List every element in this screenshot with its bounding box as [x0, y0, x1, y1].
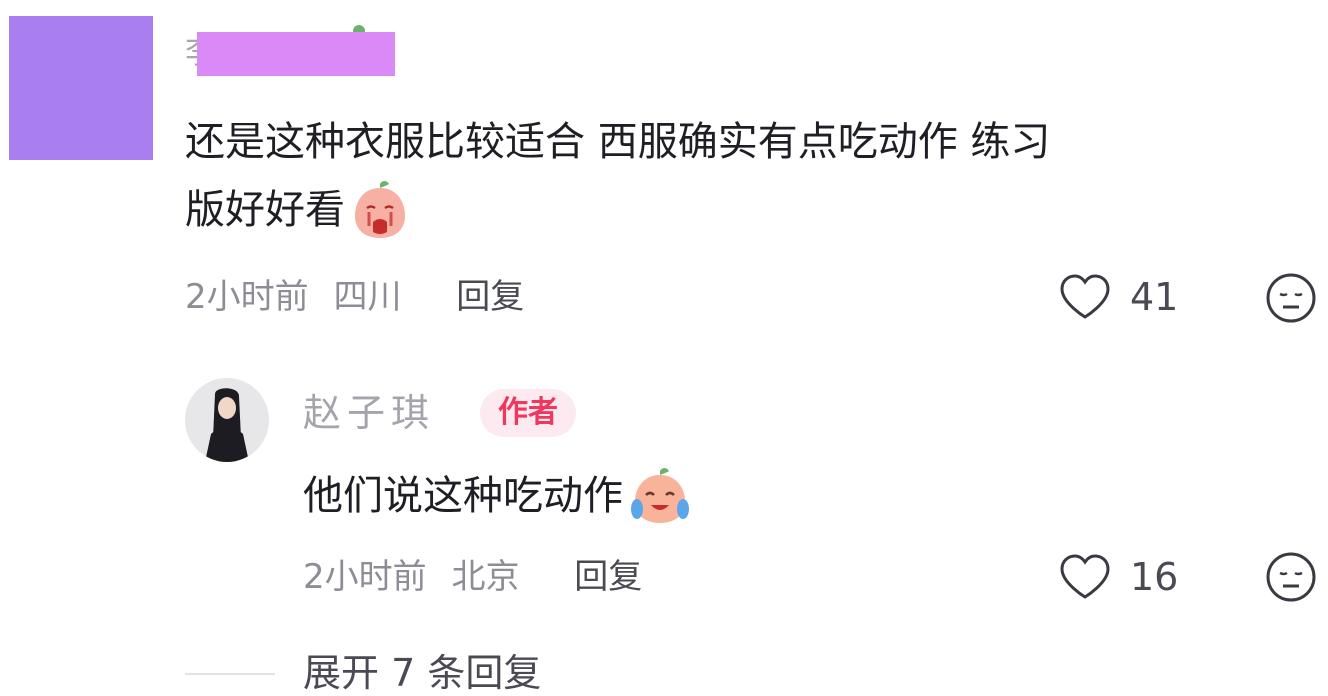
reply-time: 2小时前 [303, 557, 427, 597]
expand-replies-button[interactable]: 展开 7 条回复 [303, 648, 541, 696]
dislike-button[interactable] [1265, 272, 1317, 328]
comment-text-line: 版好好看 [185, 176, 1295, 244]
reply-text: 他们说这种吃动作 [303, 473, 623, 519]
comment-meta: 2小时前 四川 回复 [185, 276, 524, 318]
heart-icon [1060, 274, 1110, 319]
comment-thread: 李 还是这种衣服比较适合 西服确实有点吃动作 练习 版好好看 2小时前 四川 回… [0, 0, 1328, 696]
comment-time: 2小时前 [185, 277, 309, 317]
comment-body: 还是这种衣服比较适合 西服确实有点吃动作 练习 版好好看 [185, 108, 1295, 244]
name-redaction-bar [197, 32, 395, 76]
heart-icon [1060, 554, 1110, 599]
laughing-crying-emoji-icon [631, 468, 689, 523]
reply-button[interactable]: 回复 [574, 557, 642, 597]
neutral-face-icon [1266, 273, 1316, 323]
like-button[interactable]: 16 [1058, 553, 1178, 601]
author-avatar[interactable] [185, 378, 269, 462]
neutral-face-icon [1266, 552, 1316, 602]
reply-button[interactable]: 回复 [456, 277, 524, 317]
author-username[interactable]: 赵子琪 [303, 390, 435, 436]
dislike-button[interactable] [1265, 551, 1317, 607]
username-redacted[interactable]: 李 [185, 25, 425, 76]
reply-body: 他们说这种吃动作 [303, 462, 693, 530]
reply-meta: 2小时前 北京 回复 [303, 556, 642, 598]
avatar-photo-icon [185, 378, 269, 462]
like-count: 16 [1130, 555, 1179, 599]
avatar-redacted[interactable] [9, 16, 153, 160]
reply-location: 北京 [451, 557, 520, 597]
author-badge: 作者 [480, 389, 576, 437]
crying-face-emoji-icon [355, 181, 405, 238]
comment-location: 四川 [333, 277, 402, 317]
comment-text-line: 还是这种衣服比较适合 西服确实有点吃动作 练习 [185, 119, 1051, 165]
divider [185, 673, 275, 675]
like-count: 41 [1130, 275, 1179, 319]
like-button[interactable]: 41 [1058, 273, 1178, 321]
